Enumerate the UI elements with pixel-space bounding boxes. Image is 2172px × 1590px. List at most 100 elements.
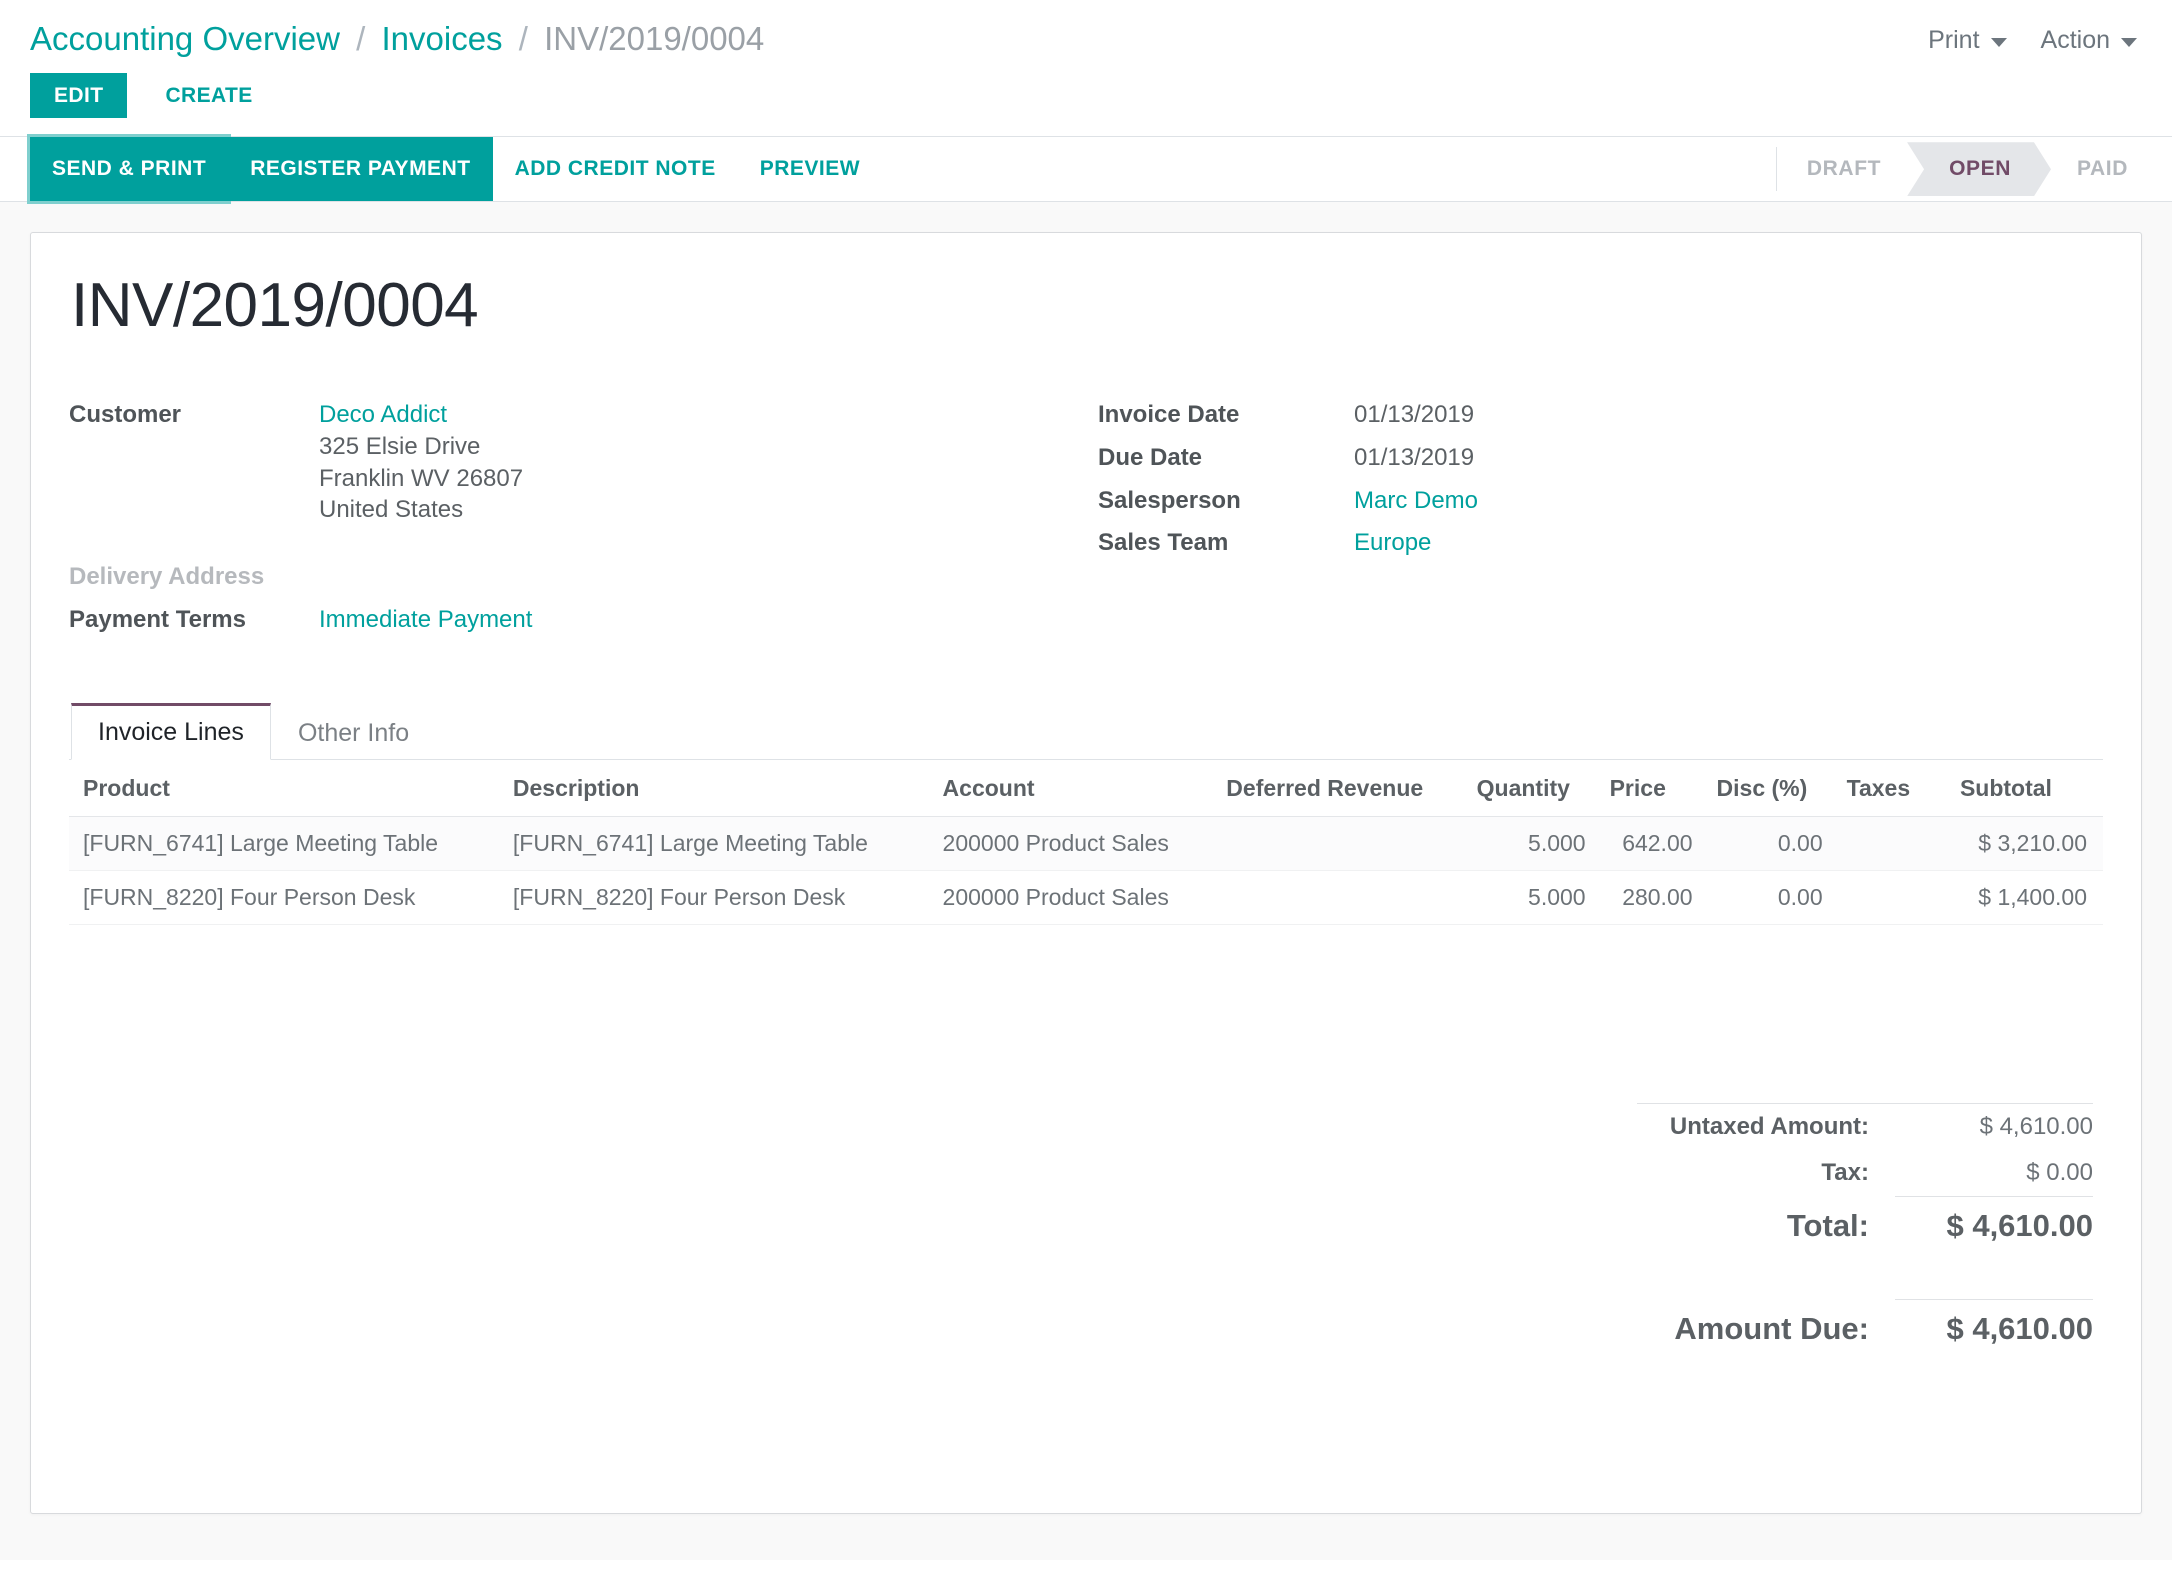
field-salesperson: Salesperson Marc Demo [1098,485,2103,517]
preview-button[interactable]: PREVIEW [738,137,882,201]
cell-quantity: 5.000 [1464,816,1598,872]
table-empty-area [69,925,2103,1043]
tab-invoice-lines[interactable]: Invoice Lines [71,703,271,761]
sheet-background: INV/2019/0004 Customer Deco Addict 325 E… [0,202,2172,1561]
field-spacer [69,537,1086,561]
table-row[interactable]: [FURN_8220] Four Person Desk [FURN_8220]… [69,870,2103,926]
cell-disc: 0.00 [1704,816,1835,872]
table-row[interactable]: [FURN_6741] Large Meeting Table [FURN_67… [69,816,2103,872]
field-payment-terms: Payment Terms Immediate Payment [69,604,1086,636]
control-panel-buttons: EDIT CREATE [30,73,764,119]
field-customer: Customer Deco Addict 325 Elsie Drive Fra… [69,399,1086,526]
print-dropdown[interactable]: Print [1928,26,2007,55]
invoice-lines-table: Product Description Account Deferred Rev… [69,760,2103,926]
field-invoice-date: Invoice Date 01/13/2019 [1098,399,2103,431]
print-dropdown-label: Print [1928,26,1980,54]
chevron-down-icon [1990,38,2007,47]
add-credit-note-button[interactable]: ADD CREDIT NOTE [493,137,738,201]
invoice-lines-header: Product Description Account Deferred Rev… [69,760,2103,818]
sales-team-label: Sales Team [1098,529,1229,557]
status-bar-buttons: SEND & PRINT REGISTER PAYMENT ADD CREDIT… [30,137,882,202]
chevron-down-icon [2121,38,2137,47]
cell-taxes [1834,870,1948,926]
column-header-disc: Disc (%) [1704,760,1835,818]
amount-due-label: Amount Due: [1674,1311,1869,1347]
total-row-untaxed: Untaxed Amount: $ 4,610.00 [1637,1103,2093,1150]
cell-price: 280.00 [1597,870,1705,926]
totals-block: Untaxed Amount: $ 4,610.00 Tax: $ 0.00 T… [1637,1103,2093,1356]
total-label: Total: [1786,1208,1869,1244]
send-and-print-button[interactable]: SEND & PRINT [30,137,229,202]
action-dropdown[interactable]: Action [2041,26,2137,55]
due-date-label: Due Date [1098,443,1203,471]
cell-deferred-revenue [1214,816,1465,872]
breadcrumb: Accounting Overview / Invoices / INV/201… [30,18,764,59]
untaxed-amount-value: $ 4,610.00 [1895,1103,2093,1150]
column-header-taxes: Taxes [1834,760,1948,818]
column-header-account: Account [930,760,1215,818]
field-delivery-address: Delivery Address [69,561,1086,593]
status-stage-open[interactable]: OPEN [1907,142,2051,196]
total-row-tax: Tax: $ 0.00 [1637,1150,2093,1196]
tab-other-info[interactable]: Other Info [271,704,436,760]
status-stage-draft[interactable]: DRAFT [1777,142,1907,196]
cell-quantity: 5.000 [1464,870,1598,926]
column-header-product: Product [69,760,501,818]
tax-label: Tax: [1821,1159,1869,1187]
totals-gap [1637,1253,2093,1299]
column-header-description: Description [500,760,931,818]
field-group-right: Invoice Date 01/13/2019 Due Date 01/13/2… [1086,399,2103,646]
invoice-date-label: Invoice Date [1098,401,1240,429]
cell-subtotal: $ 3,210.00 [1947,816,2103,872]
salesperson-value[interactable]: Marc Demo [1354,485,1478,517]
breadcrumb-item-current: INV/2019/0004 [544,20,765,57]
customer-address-line-1: 325 Elsie Drive [319,432,481,460]
total-row-total: Total: $ 4,610.00 [1637,1196,2093,1253]
field-sales-team: Sales Team Europe [1098,527,2103,559]
field-group-left: Customer Deco Addict 325 Elsie Drive Fra… [69,399,1086,646]
invoice-lines-body: [FURN_6741] Large Meeting Table [FURN_67… [69,816,2103,926]
totals-section: Untaxed Amount: $ 4,610.00 Tax: $ 0.00 T… [69,1103,2103,1356]
page-title: INV/2019/0004 [71,271,479,341]
customer-address-line-2: Franklin WV 26807 [319,464,524,492]
payment-terms-label: Payment Terms [69,605,246,633]
payment-terms-value[interactable]: Immediate Payment [319,604,532,636]
column-header-subtotal: Subtotal [1947,760,2103,818]
cell-product: [FURN_6741] Large Meeting Table [69,816,501,872]
cell-description: [FURN_6741] Large Meeting Table [500,816,931,872]
untaxed-amount-label: Untaxed Amount: [1637,1103,1895,1150]
amount-due-value: $ 4,610.00 [1895,1299,2093,1356]
breadcrumb-separator-1: / [356,20,366,57]
status-bar: SEND & PRINT REGISTER PAYMENT ADD CREDIT… [0,136,2172,203]
cell-description: [FURN_8220] Four Person Desk [500,870,931,926]
invoice-sheet: INV/2019/0004 Customer Deco Addict 325 E… [30,232,2142,1515]
invoice-date-value[interactable]: 01/13/2019 [1354,399,1474,431]
column-header-deferred-revenue: Deferred Revenue [1214,760,1465,818]
cell-disc: 0.00 [1704,870,1835,926]
edit-button[interactable]: EDIT [30,73,128,119]
cell-price: 642.00 [1597,816,1705,872]
customer-label: Customer [69,401,182,429]
field-due-date: Due Date 01/13/2019 [1098,442,2103,474]
column-header-quantity: Quantity [1464,760,1598,818]
cell-deferred-revenue [1214,870,1465,926]
table-header-row: Product Description Account Deferred Rev… [69,760,2103,818]
tax-value: $ 0.00 [2026,1159,2093,1187]
due-date-value[interactable]: 01/13/2019 [1354,442,1474,474]
delivery-address-label: Delivery Address [69,562,265,590]
status-stage-paid[interactable]: PAID [2051,142,2154,196]
action-dropdown-label: Action [2040,26,2110,54]
breadcrumb-item-invoices[interactable]: Invoices [382,20,503,57]
create-button[interactable]: CREATE [141,73,276,118]
customer-value[interactable]: Deco Addict [319,399,523,431]
sales-team-value[interactable]: Europe [1354,527,1431,559]
control-panel-actions: Print Action [1928,26,2142,55]
notebook: Invoice Lines Other Info Product Descrip… [69,702,2103,1043]
cell-account: 200000 Product Sales [930,816,1215,872]
notebook-tabs: Invoice Lines Other Info [69,702,2103,761]
cell-taxes [1834,816,1948,872]
cell-subtotal: $ 1,400.00 [1947,870,2103,926]
register-payment-button[interactable]: REGISTER PAYMENT [228,137,493,202]
breadcrumb-item-accounting-overview[interactable]: Accounting Overview [30,20,340,57]
salesperson-label: Salesperson [1098,486,1241,514]
